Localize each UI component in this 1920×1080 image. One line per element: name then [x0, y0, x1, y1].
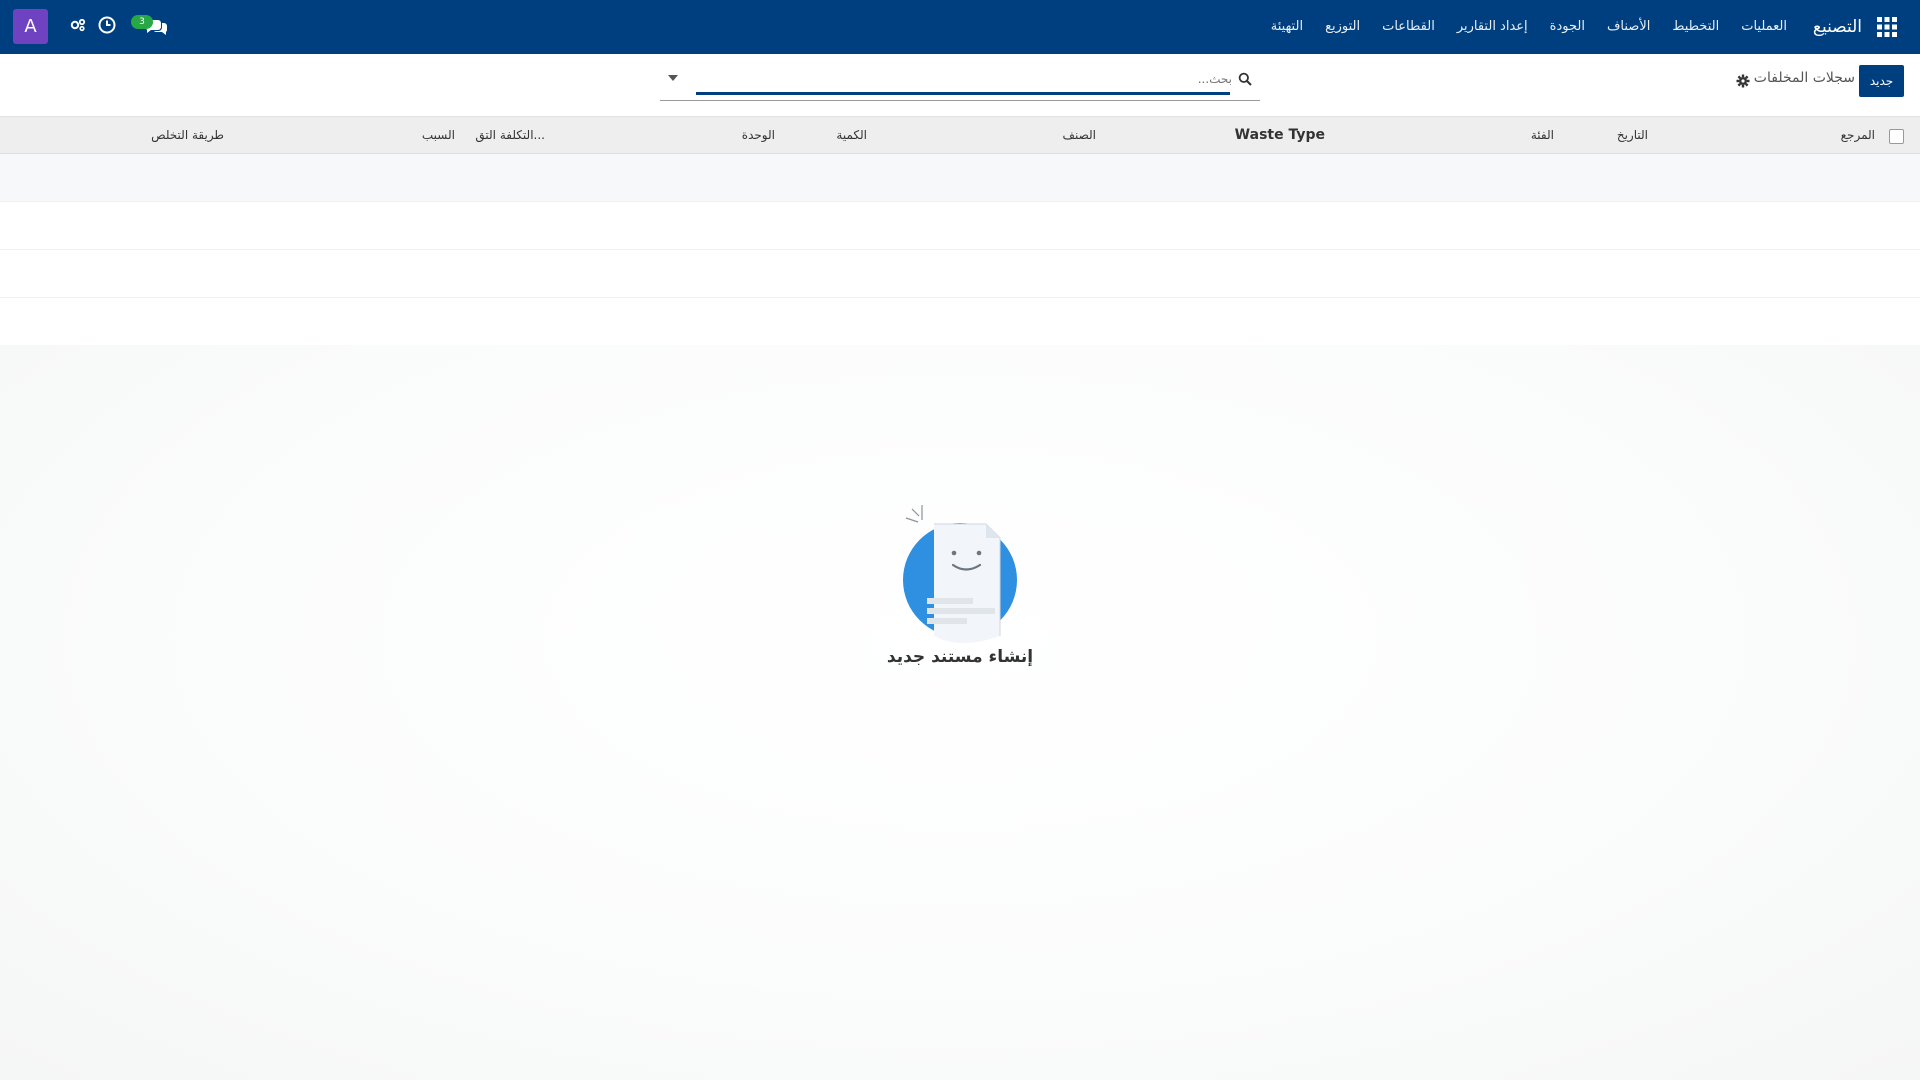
list-row-placeholder	[0, 202, 1920, 250]
column-estimated-cost[interactable]: التكلفة التق...	[475, 117, 545, 153]
column-category[interactable]: الفئة	[1531, 117, 1554, 153]
column-quantity[interactable]: الكمية	[836, 117, 867, 153]
search-box	[660, 66, 1260, 101]
top-navbar: A 3 العمليات التخطيط الأصناف الجودة إعدا…	[0, 0, 1920, 54]
apps-grid-icon[interactable]	[1876, 16, 1898, 38]
menu-item-quality[interactable]: الجودة	[1539, 0, 1596, 54]
select-all-checkbox[interactable]	[1889, 129, 1904, 144]
menu-item-reporting[interactable]: إعداد التقارير	[1446, 0, 1539, 54]
list-row-placeholder	[0, 250, 1920, 298]
search-input[interactable]	[696, 66, 1234, 92]
app-brand[interactable]: التصنيع	[1813, 0, 1862, 54]
user-avatar[interactable]: A	[13, 9, 48, 44]
main-menu: العمليات التخطيط الأصناف الجودة إعداد ال…	[1260, 0, 1798, 54]
control-panel: جديد سجلات المخلفات	[0, 54, 1920, 117]
list-header: المرجع التاريخ الفئة Waste Type الصنف ال…	[0, 117, 1920, 154]
menu-item-planning[interactable]: التخطيط	[1661, 0, 1730, 54]
column-waste-type[interactable]: Waste Type	[1235, 117, 1325, 153]
menu-item-distribution[interactable]: التوزيع	[1314, 0, 1371, 54]
column-reason[interactable]: السبب	[422, 117, 455, 153]
column-product[interactable]: الصنف	[1063, 117, 1096, 153]
empty-document-smiley-icon	[900, 500, 1020, 645]
new-button[interactable]: جديد	[1859, 65, 1904, 97]
menu-item-operations[interactable]: العمليات	[1730, 0, 1798, 54]
search-options-caret-icon[interactable]	[668, 75, 678, 81]
menu-item-configuration[interactable]: التهيئة	[1260, 0, 1314, 54]
list-row-placeholder	[0, 154, 1920, 202]
breadcrumb: سجلات المخلفات	[1753, 70, 1855, 86]
empty-state-background	[0, 345, 1920, 1080]
column-disposal-method[interactable]: طريقة التخلص	[151, 117, 224, 153]
gear-icon[interactable]	[1736, 73, 1750, 88]
menu-item-products[interactable]: الأصناف	[1596, 0, 1661, 54]
list-row-placeholder	[0, 298, 1920, 346]
column-unit[interactable]: الوحدة	[742, 117, 775, 153]
column-date[interactable]: التاريخ	[1617, 117, 1648, 153]
menu-item-sectors[interactable]: القطاعات	[1371, 0, 1446, 54]
column-reference[interactable]: المرجع	[1841, 117, 1875, 153]
empty-state-title: إنشاء مستند جديد	[886, 647, 1034, 667]
search-icon[interactable]	[1238, 71, 1252, 86]
debug-icon[interactable]	[67, 14, 89, 36]
search-focus-bar	[696, 92, 1230, 95]
activity-clock-icon[interactable]	[96, 14, 118, 36]
chat-badge: 3	[131, 15, 153, 29]
